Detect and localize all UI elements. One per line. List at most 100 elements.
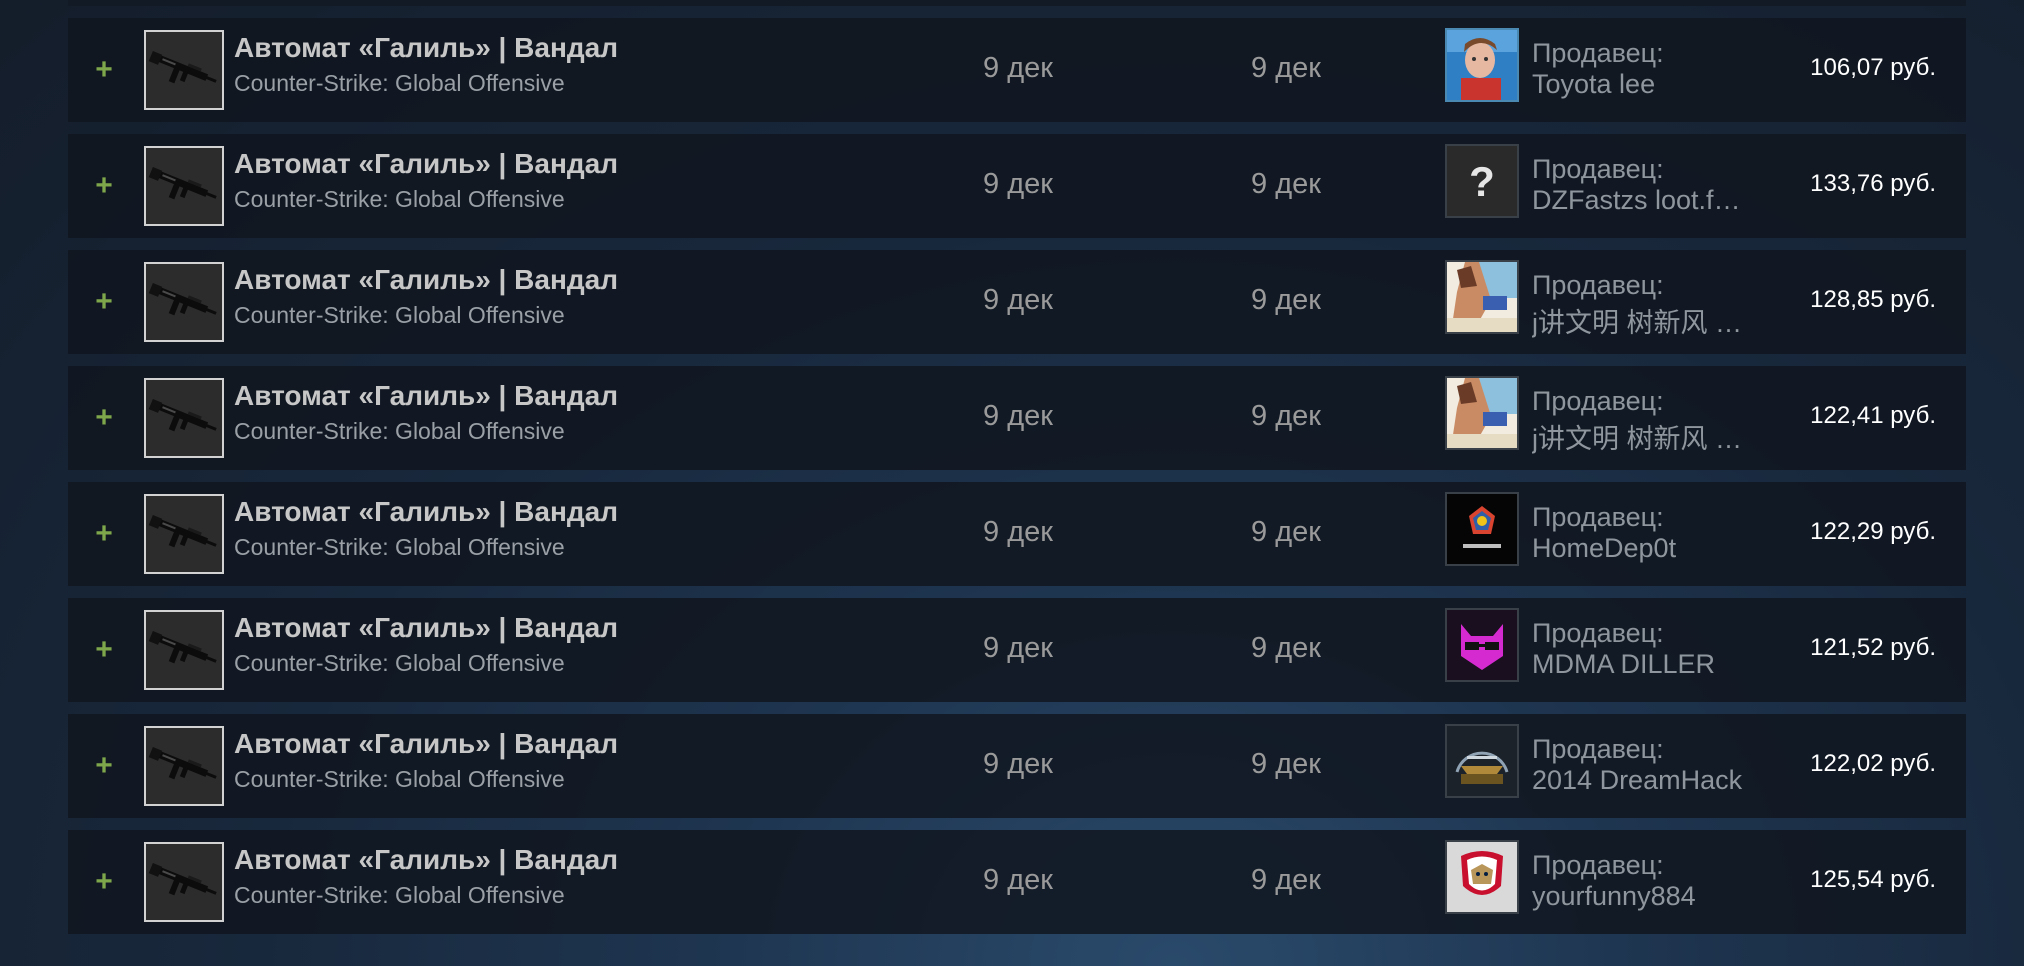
plus-icon[interactable]: + bbox=[93, 746, 115, 786]
seller-name[interactable]: HomeDep0t bbox=[1532, 533, 1758, 564]
item-game: Counter-Strike: Global Offensive bbox=[234, 418, 565, 444]
emblem-avatar bbox=[1447, 494, 1517, 564]
item-game: Counter-Strike: Global Offensive bbox=[234, 650, 565, 676]
seller-avatar[interactable] bbox=[1445, 28, 1519, 102]
item-name[interactable]: Автомат «Галиль» | Вандал bbox=[234, 32, 618, 64]
seller-name[interactable]: Toyota lee bbox=[1532, 69, 1758, 100]
listed-date: 9 дек bbox=[983, 864, 1053, 896]
listed-date: 9 дек bbox=[983, 632, 1053, 664]
anime-avatar bbox=[1447, 378, 1517, 448]
item-name[interactable]: Автомат «Галиль» | Вандал bbox=[234, 380, 618, 412]
listing-row[interactable]: + Автомат «Галиль» | Вандал Counter-Stri… bbox=[68, 830, 1966, 934]
plus-icon[interactable]: + bbox=[93, 398, 115, 438]
price: 133,76 руб. bbox=[1810, 170, 1936, 197]
item-name[interactable]: Автомат «Галиль» | Вандал bbox=[234, 148, 618, 180]
market-history-list: + Автомат «Галиль» | Вандал Counter-Stri… bbox=[68, 18, 1966, 946]
price: 106,07 руб. bbox=[1810, 54, 1936, 81]
question-mark-avatar: ? bbox=[1447, 146, 1517, 216]
item-name[interactable]: Автомат «Галиль» | Вандал bbox=[234, 844, 618, 876]
listed-date: 9 дек bbox=[983, 52, 1053, 84]
item-game: Counter-Strike: Global Offensive bbox=[234, 186, 565, 212]
acted-date: 9 дек bbox=[1251, 284, 1321, 316]
seller-name[interactable]: j讲文明 树新风 … bbox=[1532, 301, 1758, 340]
acted-date: 9 дек bbox=[1251, 748, 1321, 780]
listing-row[interactable]: + Автомат «Галиль» | Вандал Counter-Stri… bbox=[68, 18, 1966, 122]
acted-date: 9 дек bbox=[1251, 632, 1321, 664]
rifle-icon bbox=[146, 148, 222, 224]
seller-label: Продавец: bbox=[1532, 618, 1664, 648]
plus-icon[interactable]: + bbox=[93, 514, 115, 554]
acted-date: 9 дек bbox=[1251, 52, 1321, 84]
seller-name[interactable]: j讲文明 树新风 … bbox=[1532, 417, 1758, 456]
listing-row[interactable]: + Автомат «Галиль» | Вандал Counter-Stri… bbox=[68, 134, 1966, 238]
rifle-icon bbox=[146, 844, 222, 920]
seller-name[interactable]: yourfunny884 bbox=[1532, 881, 1758, 912]
seller-avatar[interactable] bbox=[1445, 260, 1519, 334]
item-name[interactable]: Автомат «Галиль» | Вандал bbox=[234, 264, 618, 296]
item-thumbnail[interactable] bbox=[144, 378, 224, 458]
listed-date: 9 дек bbox=[983, 284, 1053, 316]
seller-name[interactable]: 2014 DreamHack bbox=[1532, 765, 1758, 796]
listing-row[interactable]: + Автомат «Галиль» | Вандал Counter-Stri… bbox=[68, 714, 1966, 818]
plus-icon[interactable]: + bbox=[93, 282, 115, 322]
item-thumbnail[interactable] bbox=[144, 262, 224, 342]
item-thumbnail[interactable] bbox=[144, 146, 224, 226]
panthers-logo-avatar bbox=[1447, 842, 1517, 912]
item-thumbnail[interactable] bbox=[144, 842, 224, 922]
listing-row[interactable]: + Автомат «Галиль» | Вандал Counter-Stri… bbox=[68, 250, 1966, 354]
item-game: Counter-Strike: Global Offensive bbox=[234, 70, 565, 96]
neon-cat-avatar bbox=[1447, 610, 1517, 680]
plus-icon[interactable]: + bbox=[93, 50, 115, 90]
seller-avatar[interactable]: ? bbox=[1445, 144, 1519, 218]
svg-text:?: ? bbox=[1469, 158, 1495, 205]
price: 122,41 руб. bbox=[1810, 402, 1936, 429]
plus-icon[interactable]: + bbox=[93, 166, 115, 206]
item-name[interactable]: Автомат «Галиль» | Вандал bbox=[234, 612, 618, 644]
item-thumbnail[interactable] bbox=[144, 610, 224, 690]
rifle-icon bbox=[146, 32, 222, 108]
seller-label: Продавец: bbox=[1532, 502, 1664, 532]
listing-row[interactable]: + Автомат «Галиль» | Вандал Counter-Stri… bbox=[68, 598, 1966, 702]
rifle-icon bbox=[146, 496, 222, 572]
plus-icon[interactable]: + bbox=[93, 862, 115, 902]
plus-icon[interactable]: + bbox=[93, 630, 115, 670]
listed-date: 9 дек bbox=[983, 516, 1053, 548]
acted-date: 9 дек bbox=[1251, 516, 1321, 548]
listing-row[interactable]: + Автомат «Галиль» | Вандал Counter-Stri… bbox=[68, 482, 1966, 586]
acted-date: 9 дек bbox=[1251, 168, 1321, 200]
rifle-icon bbox=[146, 612, 222, 688]
seller-avatar[interactable] bbox=[1445, 608, 1519, 682]
rifle-icon bbox=[146, 380, 222, 456]
seller-avatar[interactable] bbox=[1445, 492, 1519, 566]
item-game: Counter-Strike: Global Offensive bbox=[234, 766, 565, 792]
seller-name[interactable]: MDMA DILLER bbox=[1532, 649, 1758, 680]
seller-name[interactable]: DZFastzs loot.f… bbox=[1532, 185, 1758, 216]
item-game: Counter-Strike: Global Offensive bbox=[234, 882, 565, 908]
price: 122,29 руб. bbox=[1810, 518, 1936, 545]
listed-date: 9 дек bbox=[983, 168, 1053, 200]
item-thumbnail[interactable] bbox=[144, 30, 224, 110]
seller-avatar[interactable] bbox=[1445, 376, 1519, 450]
photo-avatar bbox=[1447, 30, 1517, 100]
price: 125,54 руб. bbox=[1810, 866, 1936, 893]
acted-date: 9 дек bbox=[1251, 864, 1321, 896]
anime-avatar bbox=[1447, 262, 1517, 332]
item-thumbnail[interactable] bbox=[144, 494, 224, 574]
seller-label: Продавец: bbox=[1532, 154, 1664, 184]
item-thumbnail[interactable] bbox=[144, 726, 224, 806]
listing-row[interactable]: + Автомат «Галиль» | Вандал Counter-Stri… bbox=[68, 366, 1966, 470]
listed-date: 9 дек bbox=[983, 748, 1053, 780]
item-name[interactable]: Автомат «Галиль» | Вандал bbox=[234, 496, 618, 528]
seller-avatar[interactable] bbox=[1445, 724, 1519, 798]
item-game: Counter-Strike: Global Offensive bbox=[234, 534, 565, 560]
price: 128,85 руб. bbox=[1810, 286, 1936, 313]
listed-date: 9 дек bbox=[983, 400, 1053, 432]
price: 122,02 руб. bbox=[1810, 750, 1936, 777]
seller-label: Продавец: bbox=[1532, 270, 1664, 300]
rifle-icon bbox=[146, 728, 222, 804]
dreamhack-avatar bbox=[1447, 726, 1517, 796]
item-name[interactable]: Автомат «Галиль» | Вандал bbox=[234, 728, 618, 760]
seller-avatar[interactable] bbox=[1445, 840, 1519, 914]
seller-label: Продавец: bbox=[1532, 734, 1664, 764]
item-game: Counter-Strike: Global Offensive bbox=[234, 302, 565, 328]
